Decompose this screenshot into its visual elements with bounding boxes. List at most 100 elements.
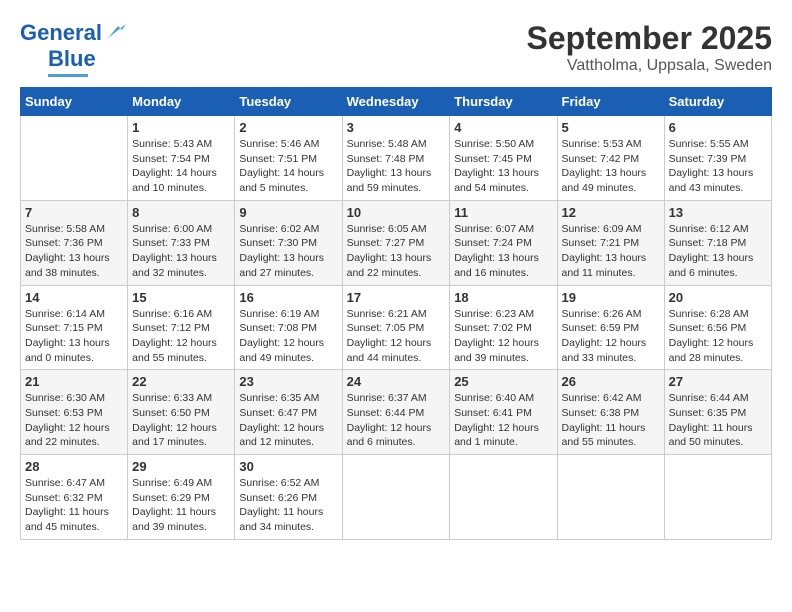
day-cell: 26 Sunrise: 6:42 AMSunset: 6:38 PMDayligh… bbox=[557, 370, 664, 455]
header-cell-wednesday: Wednesday bbox=[342, 88, 450, 116]
day-number: 1 bbox=[132, 120, 230, 135]
calendar-body: 1 Sunrise: 5:43 AMSunset: 7:54 PMDaylight… bbox=[21, 116, 772, 540]
day-number: 9 bbox=[239, 205, 337, 220]
day-number: 20 bbox=[669, 290, 767, 305]
day-number: 7 bbox=[25, 205, 123, 220]
day-number: 5 bbox=[562, 120, 660, 135]
day-number: 27 bbox=[669, 374, 767, 389]
day-info: Sunrise: 6:42 AMSunset: 6:38 PMDaylight:… bbox=[562, 391, 660, 450]
day-cell: 8 Sunrise: 6:00 AMSunset: 7:33 PMDaylight… bbox=[128, 200, 235, 285]
day-number: 2 bbox=[239, 120, 337, 135]
day-cell: 23Sunrise: 6:35 AMSunset: 6:47 PMDayligh… bbox=[235, 370, 342, 455]
header-cell-thursday: Thursday bbox=[450, 88, 557, 116]
day-number: 3 bbox=[347, 120, 446, 135]
day-info: Sunrise: 6:44 AMSunset: 6:35 PMDaylight:… bbox=[669, 391, 767, 450]
day-info: Sunrise: 6:30 AMSunset: 6:53 PMDaylight:… bbox=[25, 391, 123, 450]
day-cell: 25Sunrise: 6:40 AMSunset: 6:41 PMDayligh… bbox=[450, 370, 557, 455]
day-number: 26 bbox=[562, 374, 660, 389]
week-row-1: 1 Sunrise: 5:43 AMSunset: 7:54 PMDaylight… bbox=[21, 116, 772, 201]
day-cell: 9 Sunrise: 6:02 AMSunset: 7:30 PMDaylight… bbox=[235, 200, 342, 285]
day-cell: 15 Sunrise: 6:16 AMSunset: 7:12 PMDayligh… bbox=[128, 285, 235, 370]
logo-blue-text: Blue bbox=[48, 46, 96, 72]
day-cell: 12 Sunrise: 6:09 AMSunset: 7:21 PMDayligh… bbox=[557, 200, 664, 285]
day-cell: 29 Sunrise: 6:49 AMSunset: 6:29 PMDayligh… bbox=[128, 455, 235, 540]
day-cell: 11 Sunrise: 6:07 AMSunset: 7:24 PMDayligh… bbox=[450, 200, 557, 285]
day-info: Sunrise: 6:33 AMSunset: 6:50 PMDaylight:… bbox=[132, 391, 230, 450]
day-number: 24 bbox=[347, 374, 446, 389]
day-info: Sunrise: 6:35 AMSunset: 6:47 PMDaylight:… bbox=[239, 391, 337, 450]
day-number: 12 bbox=[562, 205, 660, 220]
header-cell-saturday: Saturday bbox=[664, 88, 771, 116]
day-number: 16 bbox=[239, 290, 337, 305]
day-cell: 30 Sunrise: 6:52 AMSunset: 6:26 PMDayligh… bbox=[235, 455, 342, 540]
day-number: 30 bbox=[239, 459, 337, 474]
day-cell: 4Sunrise: 5:50 AMSunset: 7:45 PMDaylight… bbox=[450, 116, 557, 201]
day-info: Sunrise: 6:52 AMSunset: 6:26 PMDaylight:… bbox=[239, 476, 337, 535]
week-row-2: 7 Sunrise: 5:58 AMSunset: 7:36 PMDaylight… bbox=[21, 200, 772, 285]
day-info: Sunrise: 6:28 AMSunset: 6:56 PMDaylight:… bbox=[669, 307, 767, 366]
header-cell-tuesday: Tuesday bbox=[235, 88, 342, 116]
day-cell: 17 Sunrise: 6:21 AMSunset: 7:05 PMDayligh… bbox=[342, 285, 450, 370]
day-info: Sunrise: 5:46 AMSunset: 7:51 PMDaylight:… bbox=[239, 137, 337, 196]
day-cell: 5 Sunrise: 5:53 AMSunset: 7:42 PMDaylight… bbox=[557, 116, 664, 201]
day-number: 18 bbox=[454, 290, 552, 305]
day-cell: 24Sunrise: 6:37 AMSunset: 6:44 PMDayligh… bbox=[342, 370, 450, 455]
day-cell bbox=[664, 455, 771, 540]
logo-underline bbox=[48, 74, 88, 77]
day-cell: 3 Sunrise: 5:48 AMSunset: 7:48 PMDaylight… bbox=[342, 116, 450, 201]
header-row: SundayMondayTuesdayWednesdayThursdayFrid… bbox=[21, 88, 772, 116]
day-info: Sunrise: 6:02 AMSunset: 7:30 PMDaylight:… bbox=[239, 222, 337, 281]
week-row-3: 14 Sunrise: 6:14 AMSunset: 7:15 PMDayligh… bbox=[21, 285, 772, 370]
day-info: Sunrise: 6:05 AMSunset: 7:27 PMDaylight:… bbox=[347, 222, 446, 281]
day-cell: 10 Sunrise: 6:05 AMSunset: 7:27 PMDayligh… bbox=[342, 200, 450, 285]
title-block: September 2025 Vattholma, Uppsala, Swede… bbox=[527, 20, 772, 75]
day-info: Sunrise: 5:48 AMSunset: 7:48 PMDaylight:… bbox=[347, 137, 446, 196]
logo-general-text: General bbox=[20, 20, 102, 46]
header-cell-sunday: Sunday bbox=[21, 88, 128, 116]
day-info: Sunrise: 5:53 AMSunset: 7:42 PMDaylight:… bbox=[562, 137, 660, 196]
day-info: Sunrise: 6:23 AMSunset: 7:02 PMDaylight:… bbox=[454, 307, 552, 366]
day-info: Sunrise: 6:40 AMSunset: 6:41 PMDaylight:… bbox=[454, 391, 552, 450]
day-info: Sunrise: 6:47 AMSunset: 6:32 PMDaylight:… bbox=[25, 476, 123, 535]
day-info: Sunrise: 6:00 AMSunset: 7:33 PMDaylight:… bbox=[132, 222, 230, 281]
day-number: 17 bbox=[347, 290, 446, 305]
day-cell: 18 Sunrise: 6:23 AMSunset: 7:02 PMDayligh… bbox=[450, 285, 557, 370]
logo-icon bbox=[104, 20, 126, 42]
day-number: 10 bbox=[347, 205, 446, 220]
day-number: 21 bbox=[25, 374, 123, 389]
day-number: 28 bbox=[25, 459, 123, 474]
day-cell: 28 Sunrise: 6:47 AMSunset: 6:32 PMDayligh… bbox=[21, 455, 128, 540]
day-number: 15 bbox=[132, 290, 230, 305]
day-cell: 20 Sunrise: 6:28 AMSunset: 6:56 PMDayligh… bbox=[664, 285, 771, 370]
day-cell: 16 Sunrise: 6:19 AMSunset: 7:08 PMDayligh… bbox=[235, 285, 342, 370]
day-cell: 22 Sunrise: 6:33 AMSunset: 6:50 PMDayligh… bbox=[128, 370, 235, 455]
day-number: 14 bbox=[25, 290, 123, 305]
day-cell: 2 Sunrise: 5:46 AMSunset: 7:51 PMDaylight… bbox=[235, 116, 342, 201]
day-cell: 19Sunrise: 6:26 AMSunset: 6:59 PMDayligh… bbox=[557, 285, 664, 370]
day-cell: 14 Sunrise: 6:14 AMSunset: 7:15 PMDayligh… bbox=[21, 285, 128, 370]
day-info: Sunrise: 6:21 AMSunset: 7:05 PMDaylight:… bbox=[347, 307, 446, 366]
day-cell bbox=[342, 455, 450, 540]
day-info: Sunrise: 6:09 AMSunset: 7:21 PMDaylight:… bbox=[562, 222, 660, 281]
day-number: 29 bbox=[132, 459, 230, 474]
logo: General Blue bbox=[20, 20, 126, 77]
calendar-table: SundayMondayTuesdayWednesdayThursdayFrid… bbox=[20, 87, 772, 540]
day-number: 22 bbox=[132, 374, 230, 389]
day-number: 11 bbox=[454, 205, 552, 220]
day-info: Sunrise: 5:50 AMSunset: 7:45 PMDaylight:… bbox=[454, 137, 552, 196]
page-subtitle: Vattholma, Uppsala, Sweden bbox=[527, 57, 772, 75]
day-info: Sunrise: 6:16 AMSunset: 7:12 PMDaylight:… bbox=[132, 307, 230, 366]
day-info: Sunrise: 5:58 AMSunset: 7:36 PMDaylight:… bbox=[25, 222, 123, 281]
day-info: Sunrise: 6:49 AMSunset: 6:29 PMDaylight:… bbox=[132, 476, 230, 535]
header-cell-monday: Monday bbox=[128, 88, 235, 116]
day-info: Sunrise: 6:14 AMSunset: 7:15 PMDaylight:… bbox=[25, 307, 123, 366]
day-number: 8 bbox=[132, 205, 230, 220]
day-info: Sunrise: 5:55 AMSunset: 7:39 PMDaylight:… bbox=[669, 137, 767, 196]
day-number: 19 bbox=[562, 290, 660, 305]
day-cell: 13Sunrise: 6:12 AMSunset: 7:18 PMDayligh… bbox=[664, 200, 771, 285]
day-info: Sunrise: 6:19 AMSunset: 7:08 PMDaylight:… bbox=[239, 307, 337, 366]
day-cell bbox=[557, 455, 664, 540]
day-info: Sunrise: 6:07 AMSunset: 7:24 PMDaylight:… bbox=[454, 222, 552, 281]
day-cell: 6Sunrise: 5:55 AMSunset: 7:39 PMDaylight… bbox=[664, 116, 771, 201]
day-info: Sunrise: 5:43 AMSunset: 7:54 PMDaylight:… bbox=[132, 137, 230, 196]
